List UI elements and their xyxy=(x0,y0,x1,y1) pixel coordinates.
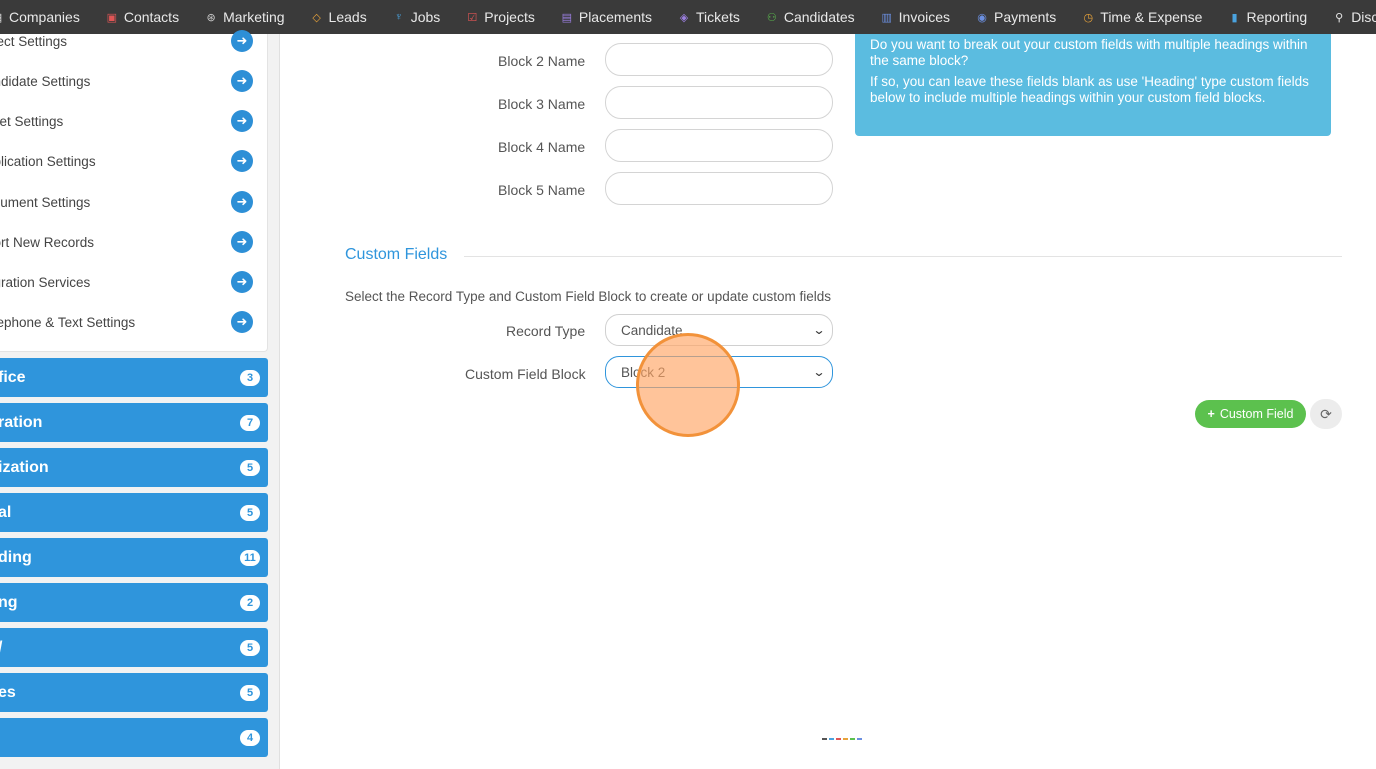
briefcase-icon: ▤ xyxy=(561,11,573,24)
trophy-icon: ♆ xyxy=(394,11,403,23)
nav-leads[interactable]: ◇ Leads xyxy=(311,0,393,34)
block-5-label: Block 5 Name xyxy=(498,182,586,198)
block-3-label: Block 3 Name xyxy=(498,96,586,112)
count-badge: 11 xyxy=(240,549,260,566)
loader-dot xyxy=(829,738,834,740)
block-3-name-input[interactable] xyxy=(605,86,833,119)
record-type-select[interactable]: Candidate ⌄ xyxy=(605,314,833,346)
add-custom-field-button[interactable]: + Custom Field xyxy=(1195,400,1306,428)
users-icon: ⚇ xyxy=(766,11,777,24)
arrow-right-icon[interactable]: ➜ xyxy=(231,30,253,52)
settings-item-import[interactable]: port New Records➜ xyxy=(0,222,268,262)
block-5-name-input[interactable] xyxy=(605,172,833,205)
document-icon: ▥ xyxy=(881,11,892,24)
arrow-right-icon[interactable]: ➜ xyxy=(231,191,253,213)
loader-dot xyxy=(822,738,827,740)
nav-candidates[interactable]: ⚇ Candidates xyxy=(766,0,881,34)
block-2-label: Block 2 Name xyxy=(498,53,586,69)
count-badge: 3 xyxy=(240,369,260,386)
main-content: Block 2 Name Block 3 Name Block 4 Name B… xyxy=(300,34,1376,769)
loader-dot xyxy=(836,738,841,740)
refresh-icon: ⟳ xyxy=(1320,405,1332,422)
arrow-right-icon[interactable]: ➜ xyxy=(231,311,253,333)
checkbox-icon: ☑ xyxy=(467,11,478,24)
loader-dot xyxy=(850,738,855,740)
count-badge: 7 xyxy=(240,414,260,431)
nav-projects[interactable]: ☑ Projects xyxy=(466,0,561,34)
settings-item-project[interactable]: oject Settings➜ xyxy=(0,21,268,61)
sidebar-category-other[interactable]: 4 xyxy=(0,718,268,757)
arrow-right-icon[interactable]: ➜ xyxy=(231,110,253,132)
nav-payments[interactable]: ◉ Payments xyxy=(976,0,1082,34)
block-4-label: Block 4 Name xyxy=(498,139,586,155)
settings-list: oject Settings➜ andidate Settings➜ cket … xyxy=(0,30,268,352)
tag-icon: ◈ xyxy=(679,11,689,24)
nav-time-expense[interactable]: ◷ Time & Expense xyxy=(1082,0,1228,34)
arrow-right-icon[interactable]: ➜ xyxy=(231,231,253,253)
sidebar-category-branding[interactable]: ding 11 xyxy=(0,538,268,577)
section-title: Custom Fields xyxy=(345,246,448,263)
count-badge: 5 xyxy=(240,459,260,476)
record-type-label: Record Type xyxy=(506,323,586,339)
count-badge: 5 xyxy=(240,504,260,521)
plus-icon: + xyxy=(1207,407,1215,421)
nav-jobs[interactable]: ♆ Jobs xyxy=(393,0,467,34)
settings-item-candidate[interactable]: andidate Settings➜ xyxy=(0,61,268,101)
sidebar-category-office[interactable]: fice 3 xyxy=(0,358,268,397)
sidebar-category-general[interactable]: al 5 xyxy=(0,493,268,532)
refresh-button[interactable]: ⟳ xyxy=(1310,399,1342,429)
count-badge: 4 xyxy=(240,729,260,746)
sidebar-category-security[interactable]: /5 xyxy=(0,628,268,667)
loader-dot xyxy=(843,738,848,740)
diamond-icon: ◇ xyxy=(312,11,321,24)
settings-item-ticket[interactable]: cket Settings➜ xyxy=(0,101,268,141)
chevron-down-icon: ⌄ xyxy=(812,323,826,337)
info-text: If so, you can leave these fields blank … xyxy=(870,74,1309,105)
settings-item-integration[interactable]: egration Services➜ xyxy=(0,262,268,302)
nav-reporting[interactable]: ▮ Reporting xyxy=(1228,0,1333,34)
sidebar-category-templates[interactable]: es 5 xyxy=(0,673,268,712)
chevron-down-icon: ⌄ xyxy=(812,365,826,379)
sidebar-category-configuration[interactable]: ration 7 xyxy=(0,403,268,442)
sidebar-category-billing[interactable]: ng 2 xyxy=(0,583,268,622)
custom-field-block-label: Custom Field Block xyxy=(465,366,586,382)
arrow-right-icon[interactable]: ➜ xyxy=(231,271,253,293)
settings-item-application[interactable]: pplication Settings➜ xyxy=(0,141,268,181)
sidebar: oject Settings➜ andidate Settings➜ cket … xyxy=(0,30,280,769)
count-badge: 5 xyxy=(240,684,260,701)
custom-field-block-select[interactable]: Block 2 ⌄ xyxy=(605,356,833,388)
arrow-right-icon[interactable]: ➜ xyxy=(231,150,253,172)
count-badge: 2 xyxy=(240,594,260,611)
loader-dot xyxy=(857,738,862,740)
loading-indicator xyxy=(822,738,862,740)
info-callout: Do you want to break out your custom fie… xyxy=(855,34,1331,136)
block-4-name-input[interactable] xyxy=(605,129,833,162)
clock-icon: ◷ xyxy=(1083,11,1094,24)
info-text: Do you want to break out your custom fie… xyxy=(870,37,1308,68)
record-type-value: Candidate xyxy=(621,322,683,338)
search-icon: ⚲ xyxy=(1335,11,1344,24)
arrow-right-icon[interactable]: ➜ xyxy=(231,70,253,92)
coin-icon: ◉ xyxy=(977,11,987,24)
block-2-name-input[interactable] xyxy=(605,43,833,76)
nav-discover[interactable]: ⚲Discover xyxy=(1333,0,1376,34)
settings-item-telephone[interactable]: elephone & Text Settings ➜ xyxy=(0,302,268,342)
section-description: Select the Record Type and Custom Field … xyxy=(345,289,831,304)
nav-invoices[interactable]: ▥ Invoices xyxy=(881,0,976,34)
sidebar-category-customization[interactable]: ization 5 xyxy=(0,448,268,487)
count-badge: 5 xyxy=(240,639,260,656)
nav-tickets[interactable]: ◈ Tickets xyxy=(678,0,766,34)
divider xyxy=(464,256,1342,257)
custom-field-block-value: Block 2 xyxy=(621,364,666,380)
settings-item-document[interactable]: ocument Settings➜ xyxy=(0,182,268,222)
bar-chart-icon: ▮ xyxy=(1231,11,1238,24)
nav-placements[interactable]: ▤ Placements xyxy=(561,0,678,34)
